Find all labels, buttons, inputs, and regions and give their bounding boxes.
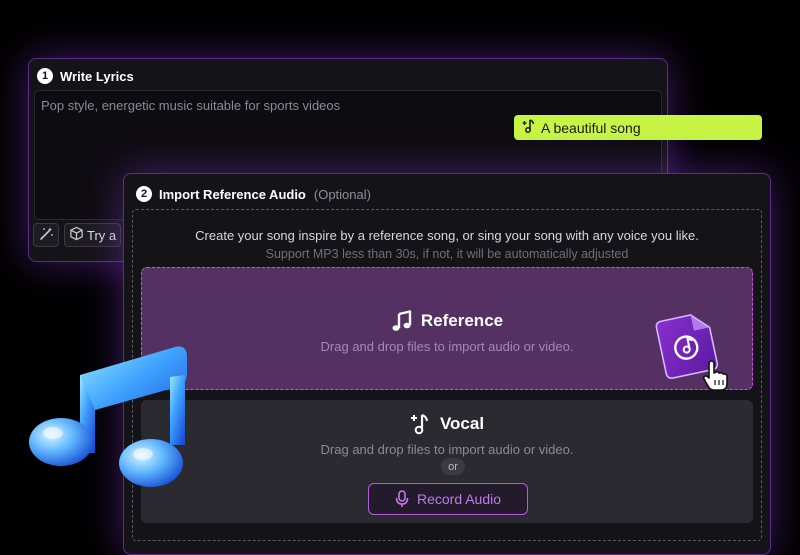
magic-wand-icon: [38, 226, 54, 245]
vocal-title: Vocal: [439, 414, 485, 433]
write-lyrics-title: Write Lyrics: [60, 68, 134, 84]
import-reference-title: Import Reference Audio: [159, 186, 306, 202]
upload-description: Create your song inspire by a reference …: [195, 228, 699, 243]
record-audio-button[interactable]: Record Audio: [368, 483, 528, 515]
reference-title: Reference: [420, 311, 504, 330]
dragged-audio-file-icon: [653, 312, 733, 399]
magic-wand-button[interactable]: [33, 223, 59, 247]
or-separator: or: [441, 458, 465, 475]
vocal-dropzone[interactable]: Vocal Drag and drop files to import audi…: [141, 400, 753, 523]
step-number: 2: [136, 186, 152, 202]
step-number: 1: [37, 68, 53, 84]
try-label: Try a: [87, 227, 117, 243]
write-lyrics-header: 1 Write Lyrics: [37, 68, 134, 84]
vocal-music-icon: [410, 412, 430, 436]
microphone-icon: [395, 490, 409, 508]
record-audio-label: Record Audio: [416, 491, 502, 507]
optional-label: (Optional): [313, 186, 371, 202]
import-reference-header: 2 Import Reference Audio (Optional): [136, 186, 371, 202]
suggestion-tag[interactable]: A beautiful song: [514, 115, 762, 140]
music-note-3d-icon: [25, 335, 195, 510]
try-example-button[interactable]: Try a: [64, 223, 122, 247]
upload-support-note: Support MP3 less than 30s, if not, it wi…: [265, 247, 629, 261]
lyrics-placeholder: Pop style, energetic music suitable for …: [41, 98, 341, 113]
music-sparkle-icon: [522, 118, 536, 137]
suggestion-tag-label: A beautiful song: [541, 119, 641, 136]
vocal-subtitle: Drag and drop files to import audio or v…: [320, 442, 574, 457]
vocal-title-row: Vocal: [141, 412, 753, 436]
cube-icon: [69, 226, 84, 244]
music-note-icon: [391, 310, 413, 332]
lyrics-toolbar: Try a: [33, 223, 122, 247]
